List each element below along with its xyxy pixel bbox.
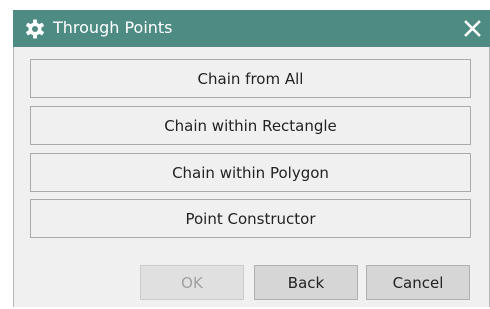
ok-button[interactable]: OK <box>140 265 244 300</box>
through-points-dialog: Through Points Chain from All Chain with… <box>13 10 490 307</box>
dialog-title: Through Points <box>53 18 173 37</box>
back-button[interactable]: Back <box>254 265 358 300</box>
cancel-button[interactable]: Cancel <box>366 265 470 300</box>
dialog-titlebar[interactable]: Through Points <box>13 10 490 47</box>
chain-from-all-button[interactable]: Chain from All <box>30 59 471 98</box>
chain-within-polygon-button[interactable]: Chain within Polygon <box>30 153 471 192</box>
close-icon[interactable] <box>464 20 481 37</box>
point-constructor-button[interactable]: Point Constructor <box>30 199 471 238</box>
gear-icon <box>25 19 45 39</box>
chain-within-rectangle-button[interactable]: Chain within Rectangle <box>30 106 471 145</box>
